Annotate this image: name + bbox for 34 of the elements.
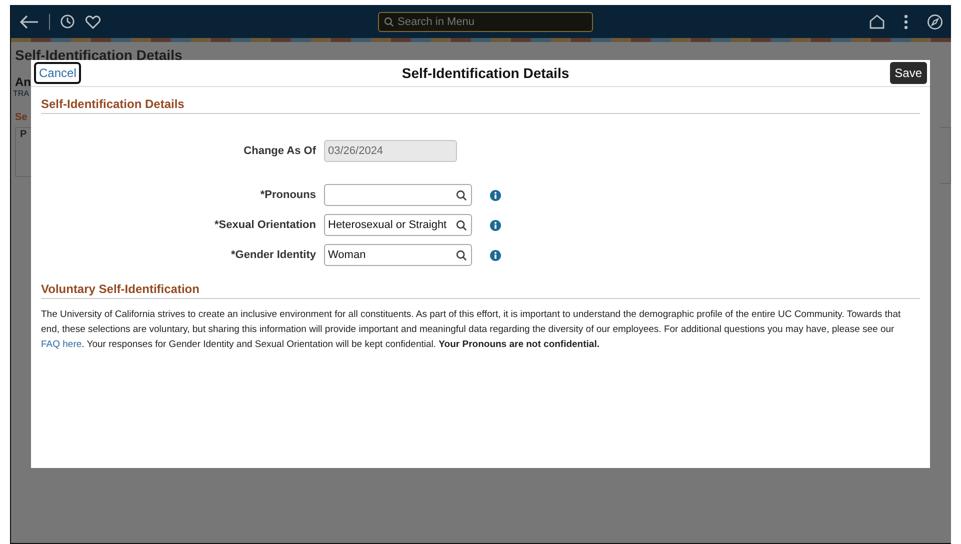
heart-icon[interactable]: [85, 14, 101, 28]
lookup-field[interactable]: Heterosexual or Straight: [324, 214, 472, 236]
lookup-field[interactable]: Woman: [324, 244, 472, 266]
dialog-title: Self-Identification Details: [402, 65, 570, 81]
faq-link[interactable]: FAQ here: [41, 339, 82, 350]
section-title: Se: [15, 112, 28, 123]
background-card: [940, 127, 951, 184]
employee-subtitle: TRA: [13, 89, 30, 98]
save-button[interactable]: Save: [890, 62, 927, 84]
cancel-button[interactable]: Cancel: [34, 62, 82, 84]
back-arrow-icon[interactable]: [19, 14, 39, 28]
page-title: Self-Identification Details: [15, 47, 184, 63]
field-label: *Pronouns: [259, 189, 317, 201]
search-field[interactable]: Search in Menu: [378, 12, 592, 32]
info-icon[interactable]: [490, 190, 501, 200]
search-icon[interactable]: [456, 190, 467, 200]
field-label: *Gender Identity: [230, 249, 317, 261]
home-icon[interactable]: [869, 14, 885, 29]
info-paragraph: The University of California strives to create an inclusive environment for all constituents. As part of this effort, it is important to understand the demographic profile of the entire UC Community. Towards that end, these selections are voluntary, but sharing this information will provide important and meaningful data regarding the diversity of our employees. For additional questions you may have, please see our FAQ here. Your responses for Gender Identity and Sexual Orientation will be kept confidential. Your Pronouns are not confidential.: [41, 308, 902, 352]
field-label: *Sexual Orientation: [214, 219, 317, 231]
more-menu-icon[interactable]: [903, 14, 909, 30]
field-label: Change As Of: [242, 145, 317, 157]
employee-name: An: [15, 75, 32, 89]
info-icon[interactable]: [490, 220, 501, 230]
search-icon[interactable]: [456, 250, 467, 260]
info-icon[interactable]: [490, 250, 501, 260]
date-field: 03/26/2024: [324, 140, 457, 162]
clock-icon[interactable]: [60, 14, 75, 29]
section-title: Voluntary Self-Identification: [41, 282, 920, 299]
section-title: Self-Identification Details: [41, 97, 920, 114]
lookup-field[interactable]: [324, 184, 472, 206]
search-icon: [384, 16, 394, 26]
compass-icon[interactable]: [927, 14, 943, 30]
search-icon[interactable]: [456, 220, 467, 230]
